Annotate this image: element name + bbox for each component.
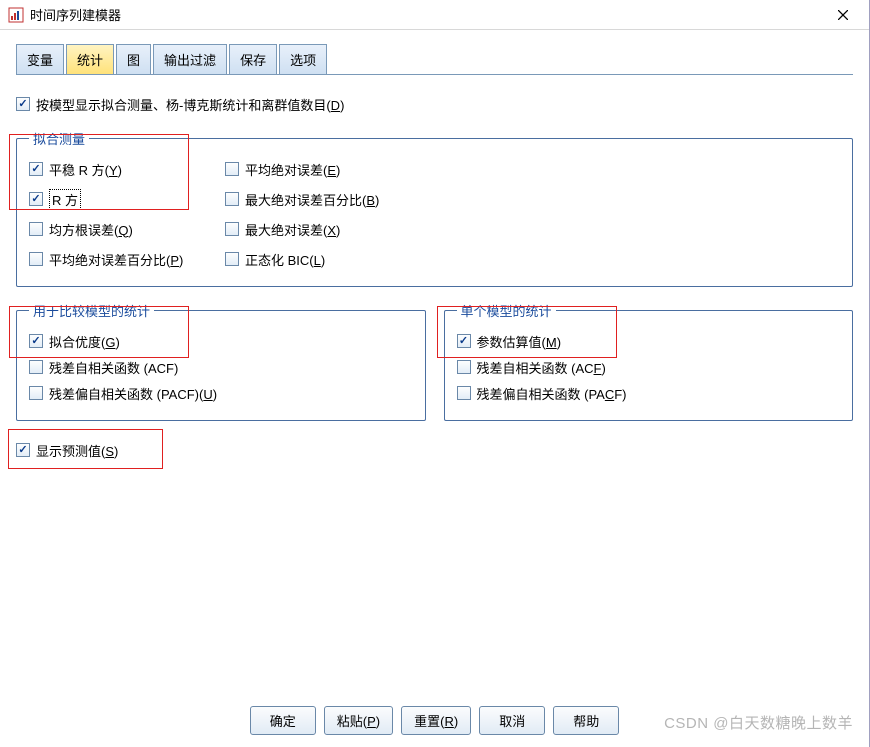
- single-acf-label: 残差自相关函数 (ACF): [477, 358, 606, 377]
- tab-statistics[interactable]: 统计: [66, 44, 114, 74]
- dialog-content: 变量 统计 图 输出过滤 保存 选项 按模型显示拟合测量、杨-博克斯统计和离群值…: [0, 30, 869, 465]
- close-icon: [838, 10, 848, 20]
- fit-measures-group: 拟合测量 平稳 R 方(Y) 平均绝对误差(E) R 方 最大绝对误差百分比(B…: [16, 129, 853, 287]
- stationary-r-square-label: 平稳 R 方(Y): [49, 160, 122, 179]
- button-bar: 确定 粘贴(P) 重置(R) 取消 帮助: [0, 706, 869, 735]
- mae-checkbox[interactable]: [225, 162, 239, 176]
- compare-pacf-checkbox[interactable]: [29, 386, 43, 400]
- goodness-of-fit-label: 拟合优度(G): [49, 332, 120, 351]
- cancel-button[interactable]: 取消: [479, 706, 545, 735]
- tab-variables[interactable]: 变量: [16, 44, 64, 74]
- r-square-label: R 方: [49, 189, 81, 210]
- window-title: 时间序列建模器: [30, 5, 825, 24]
- paste-button[interactable]: 粘贴(P): [324, 706, 393, 735]
- max-ae-checkbox[interactable]: [225, 222, 239, 236]
- tab-output-filter[interactable]: 输出过滤: [153, 44, 227, 74]
- reset-button[interactable]: 重置(R): [401, 706, 471, 735]
- display-fit-by-model-label: 按模型显示拟合测量、杨-博克斯统计和离群值数目(D): [36, 95, 344, 114]
- mape-label: 平均绝对误差百分比(P): [49, 250, 183, 269]
- norm-bic-checkbox[interactable]: [225, 252, 239, 266]
- norm-bic-label: 正态化 BIC(L): [245, 250, 325, 269]
- param-estimates-label: 参数估算值(M): [477, 332, 562, 351]
- max-ape-label: 最大绝对误差百分比(B): [245, 190, 379, 209]
- show-forecast-row: 显示预测值(S): [16, 439, 118, 461]
- close-button[interactable]: [825, 4, 861, 26]
- goodness-of-fit-checkbox[interactable]: [29, 334, 43, 348]
- compare-pacf-label: 残差偏自相关函数 (PACF)(U): [49, 384, 217, 403]
- show-forecast-label: 显示预测值(S): [36, 441, 118, 460]
- help-button[interactable]: 帮助: [553, 706, 619, 735]
- r-square-checkbox[interactable]: [29, 192, 43, 206]
- single-pacf-checkbox[interactable]: [457, 386, 471, 400]
- param-estimates-checkbox[interactable]: [457, 334, 471, 348]
- fit-grid: 平稳 R 方(Y) 平均绝对误差(E) R 方 最大绝对误差百分比(B) 均方根…: [29, 158, 840, 274]
- tab-plots[interactable]: 图: [116, 44, 151, 74]
- ok-button[interactable]: 确定: [250, 706, 316, 735]
- display-fit-by-model-checkbox[interactable]: [16, 97, 30, 111]
- compare-models-legend: 用于比较模型的统计: [29, 301, 154, 320]
- stats-columns: 用于比较模型的统计 拟合优度(G) 残差自相关函数 (ACF) 残差偏自相关函数…: [16, 287, 853, 421]
- single-pacf-label: 残差偏自相关函数 (PACF): [477, 384, 627, 403]
- tab-strip: 变量 统计 图 输出过滤 保存 选项: [16, 44, 853, 75]
- app-icon: [8, 7, 24, 23]
- tab-save[interactable]: 保存: [229, 44, 277, 74]
- mape-checkbox[interactable]: [29, 252, 43, 266]
- compare-acf-checkbox[interactable]: [29, 360, 43, 374]
- compare-acf-label: 残差自相关函数 (ACF): [49, 358, 178, 377]
- mae-label: 平均绝对误差(E): [245, 160, 340, 179]
- fit-measures-legend: 拟合测量: [29, 129, 89, 148]
- single-model-group: 单个模型的统计 参数估算值(M) 残差自相关函数 (ACF) 残差偏自相关函数 …: [444, 301, 854, 421]
- single-acf-checkbox[interactable]: [457, 360, 471, 374]
- rmse-label: 均方根误差(Q): [49, 220, 133, 239]
- single-model-legend: 单个模型的统计: [457, 301, 556, 320]
- display-fit-by-model-row: 按模型显示拟合测量、杨-博克斯统计和离群值数目(D): [16, 93, 853, 115]
- tab-options[interactable]: 选项: [279, 44, 327, 74]
- rmse-checkbox[interactable]: [29, 222, 43, 236]
- max-ape-checkbox[interactable]: [225, 192, 239, 206]
- show-forecast-checkbox[interactable]: [16, 443, 30, 457]
- compare-models-group: 用于比较模型的统计 拟合优度(G) 残差自相关函数 (ACF) 残差偏自相关函数…: [16, 301, 426, 421]
- title-bar: 时间序列建模器: [0, 0, 869, 30]
- stationary-r-square-checkbox[interactable]: [29, 162, 43, 176]
- max-ae-label: 最大绝对误差(X): [245, 220, 340, 239]
